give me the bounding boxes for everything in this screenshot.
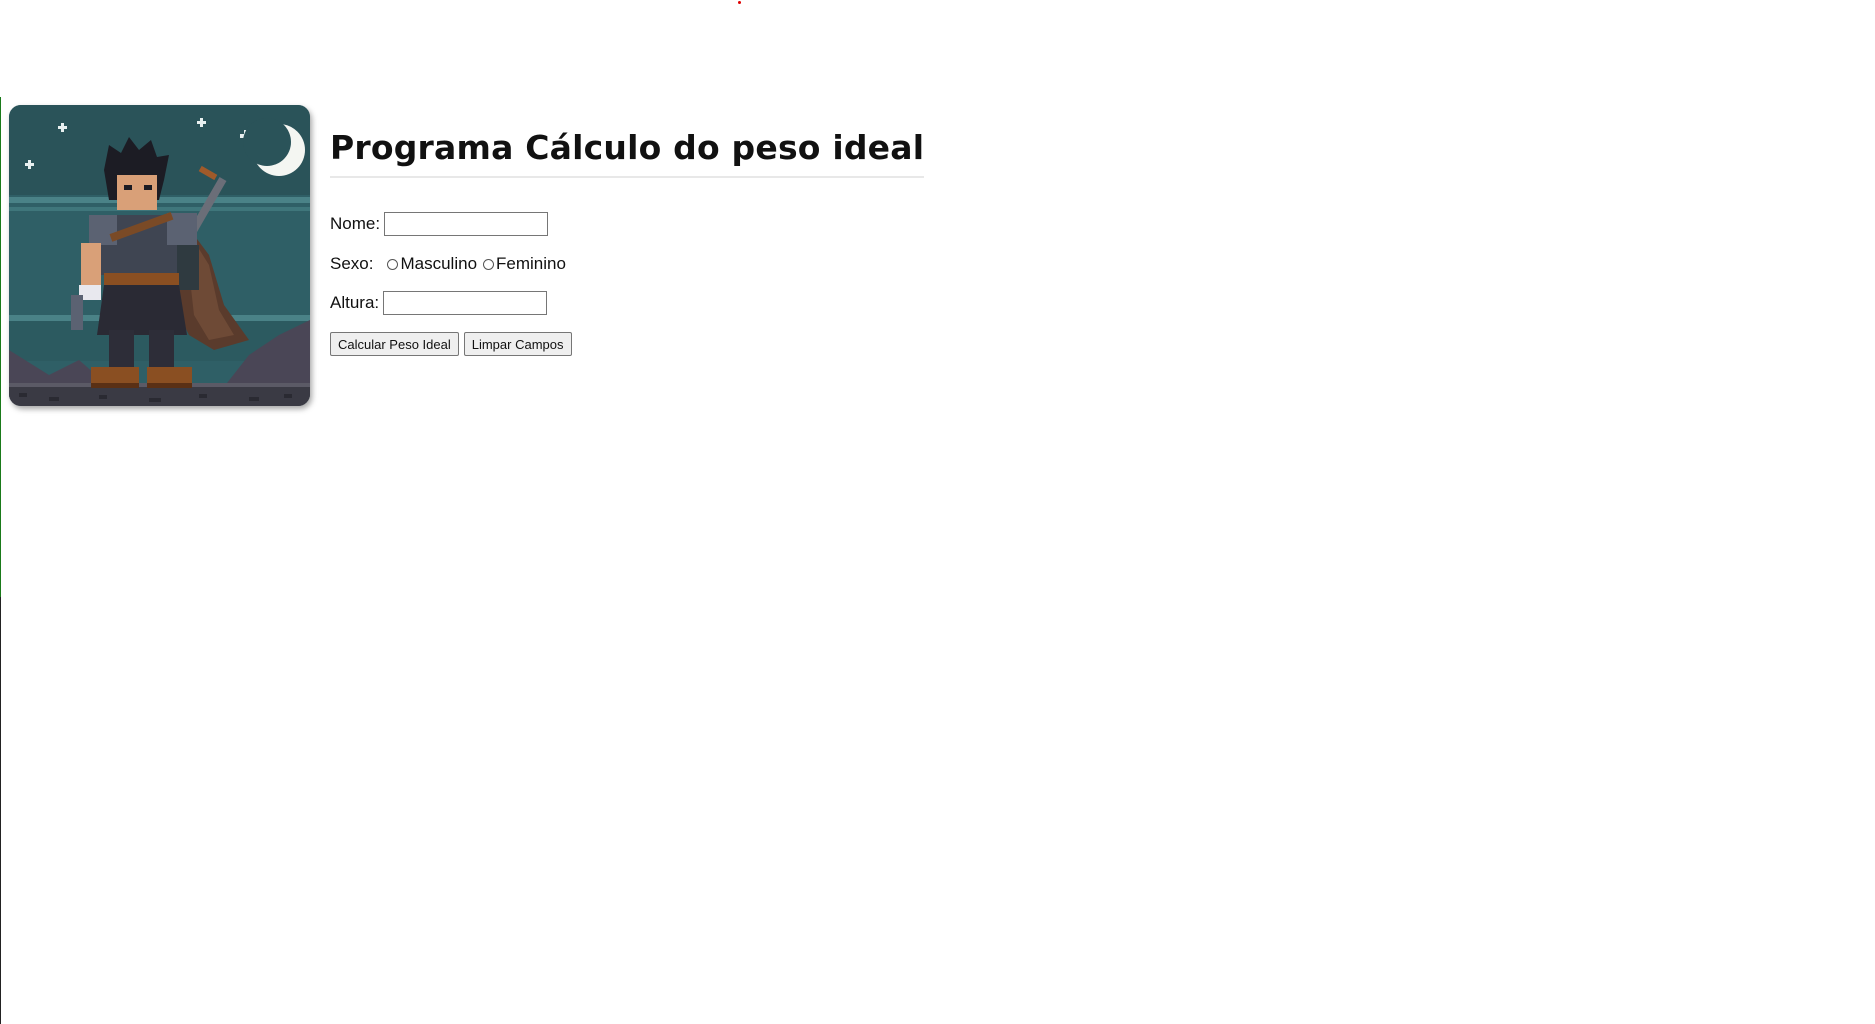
sexo-row: Sexo: Masculino Feminino [330,252,924,276]
sexo-label: Sexo: [330,254,374,273]
feminino-radio[interactable] [483,258,495,270]
altura-input[interactable] [383,291,548,315]
altura-row: Altura: [330,291,924,315]
red-dot-marker [738,1,741,4]
pixel-warrior-icon [9,105,310,406]
page: Programa Cálculo do peso ideal Nome: Sex… [0,0,1875,1024]
page-title: Programa Cálculo do peso ideal [330,120,925,178]
nome-row: Nome: [330,212,924,236]
masculino-label[interactable]: Masculino [400,254,477,274]
avatar-image [9,105,310,406]
limpar-campos-button[interactable]: Limpar Campos [463,332,572,356]
main-content: Programa Cálculo do peso ideal Nome: Sex… [330,120,925,356]
nome-label: Nome: [330,214,381,233]
altura-label: Altura: [330,293,380,312]
feminino-label[interactable]: Feminino [496,254,566,274]
window-left-border [0,97,1,1024]
nome-input[interactable] [384,212,549,236]
buttons-row: Calcular Peso Ideal Limpar Campos [330,332,924,356]
calcular-peso-ideal-button[interactable]: Calcular Peso Ideal [330,332,459,356]
masculino-radio[interactable] [387,258,399,270]
